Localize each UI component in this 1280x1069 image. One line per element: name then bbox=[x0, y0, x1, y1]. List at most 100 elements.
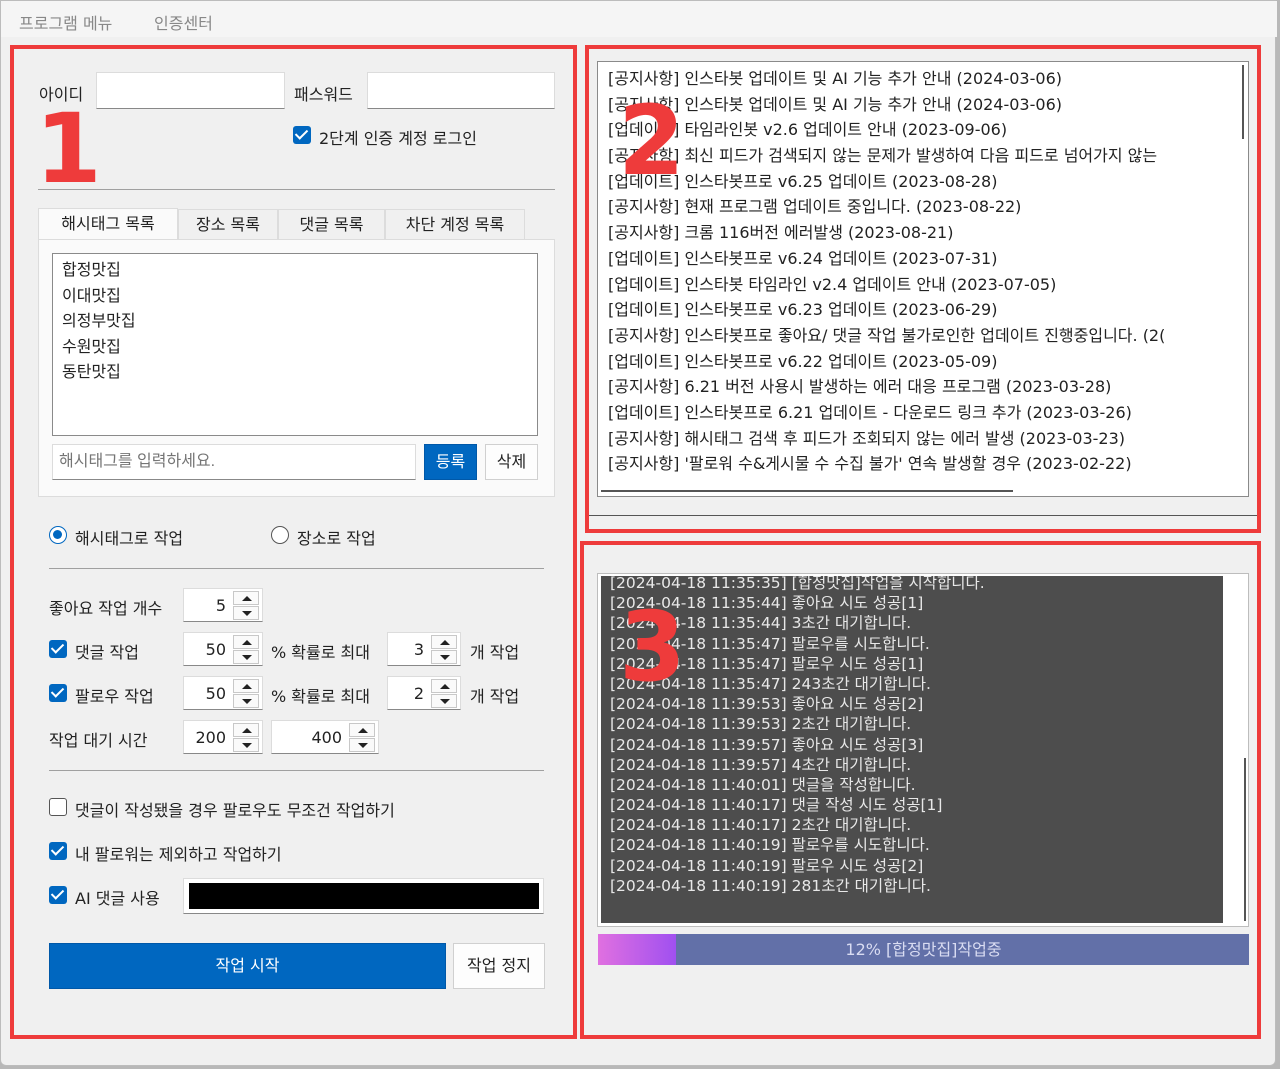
list-item[interactable]: [공지사항] 6.21 버전 사용시 발생하는 에러 대응 프로그램 (2023… bbox=[598, 374, 1248, 400]
ai-comment-checkbox[interactable] bbox=[49, 886, 67, 904]
password-label: 패스워드 bbox=[294, 85, 353, 104]
like-count-value: 5 bbox=[215, 596, 226, 615]
list-item[interactable]: [공지사항] 크롬 116버전 에러발생 (2023-08-21) bbox=[598, 220, 1248, 246]
log-line: [2024-04-18 11:35:44] 3초간 대기합니다. bbox=[610, 614, 912, 633]
list-item[interactable]: 동탄맛집 bbox=[53, 359, 537, 385]
exclude-followers-checkbox[interactable] bbox=[49, 842, 67, 860]
progress-bar: 12% [합정맛집]작업중 bbox=[598, 934, 1249, 965]
follow-always-label: 댓글이 작성됐을 경우 팔로우도 무조건 작업하기 bbox=[75, 801, 395, 820]
ai-comment-label: AI 댓글 사용 bbox=[75, 889, 160, 908]
follow-probability-value: 50 bbox=[205, 684, 226, 703]
stepper-down-icon[interactable] bbox=[233, 738, 259, 752]
stepper-down-icon[interactable] bbox=[233, 694, 259, 708]
stepper-down-icon[interactable] bbox=[233, 650, 259, 664]
stepper-up-icon[interactable] bbox=[431, 635, 457, 649]
vertical-scrollbar[interactable] bbox=[1242, 65, 1244, 139]
stop-button[interactable]: 작업 정지 bbox=[453, 943, 545, 989]
follow-checkbox[interactable] bbox=[49, 684, 67, 702]
menu-auth-center[interactable]: 인증센터 bbox=[154, 10, 213, 34]
stepper-up-icon[interactable] bbox=[233, 723, 259, 737]
stepper-up-icon[interactable] bbox=[233, 679, 259, 693]
list-item[interactable]: [공지사항] 인스타봇 업데이트 및 AI 기능 추가 안내 (2024-03-… bbox=[598, 92, 1248, 118]
stepper-down-icon[interactable] bbox=[431, 650, 457, 664]
list-item[interactable]: [공지사항] 현재 프로그램 업데이트 중입니다. (2023-08-22) bbox=[598, 194, 1248, 220]
list-item[interactable]: [공지사항] 해시태그 검색 후 피드가 조회되지 않는 에러 발생 (2023… bbox=[598, 426, 1248, 452]
wait-min-value: 200 bbox=[195, 728, 226, 747]
mode-hashtag-label: 해시태그로 작업 bbox=[75, 529, 184, 548]
comment-probability-stepper[interactable]: 50 bbox=[183, 632, 263, 666]
list-item[interactable]: [업데이트] 인스타봇프로 v6.24 업데이트 (2023-07-31) bbox=[598, 246, 1248, 272]
tab-places[interactable]: 장소 목록 bbox=[178, 209, 278, 239]
wait-max-stepper[interactable]: 400 bbox=[271, 720, 379, 754]
stepper-down-icon[interactable] bbox=[233, 606, 259, 620]
hashtag-input[interactable] bbox=[52, 444, 416, 480]
tab-hashtags[interactable]: 해시태그 목록 bbox=[38, 208, 178, 239]
log-line: [2024-04-18 11:35:47] 팔로우를 시도합니다. bbox=[610, 634, 930, 653]
list-item[interactable]: [업데이트] 인스타봇프로 v6.25 업데이트 (2023-08-28) bbox=[598, 169, 1248, 195]
twofa-checkbox[interactable] bbox=[293, 126, 311, 144]
list-item[interactable]: [업데이트] 인스타봇 타임라인 v2.4 업데이트 안내 (2023-07-0… bbox=[598, 272, 1248, 298]
hashtag-list[interactable]: 합정맛집 이대맛집 의정부맛집 수원맛집 동탄맛집 bbox=[52, 253, 538, 436]
stepper-up-icon[interactable] bbox=[349, 723, 375, 737]
log-line: [2024-04-18 11:35:47] 팔로우 시도 성공[1] bbox=[610, 654, 924, 673]
list-item[interactable]: 수원맛집 bbox=[53, 334, 537, 360]
list-item[interactable]: 합정맛집 bbox=[53, 257, 537, 283]
start-button[interactable]: 작업 시작 bbox=[49, 943, 446, 989]
progress-text: 12% [합정맛집]작업중 bbox=[845, 940, 1002, 959]
redacted-value bbox=[189, 883, 539, 909]
exclude-followers-label: 내 팔로워는 제외하고 작업하기 bbox=[75, 845, 282, 864]
mode-hashtag-radio[interactable] bbox=[49, 526, 67, 544]
notice-items: [공지사항] 인스타봇 업데이트 및 AI 기능 추가 안내 (2024-03-… bbox=[598, 62, 1248, 477]
log-line: [2024-04-18 11:39:57] 좋아요 시도 성공[3] bbox=[610, 735, 924, 754]
log-output[interactable]: [2024-04-18 11:35:35] [합정맛집]작업을 시작합니다. [… bbox=[601, 576, 1223, 923]
list-item[interactable]: [업데이트] 인스타봇프로 v6.22 업데이트 (2023-05-09) bbox=[598, 349, 1248, 375]
comment-probability-value: 50 bbox=[205, 640, 226, 659]
stepper-down-icon[interactable] bbox=[349, 738, 375, 752]
divider-mode bbox=[49, 568, 544, 569]
follow-always-checkbox[interactable] bbox=[49, 798, 67, 816]
list-item[interactable]: [공지사항] 인스타봇프로 좋아요/ 댓글 작업 불가로인한 업데이트 진행중입… bbox=[598, 323, 1248, 349]
register-button[interactable]: 등록 bbox=[424, 444, 477, 480]
list-item[interactable]: 의정부맛집 bbox=[53, 308, 537, 334]
password-input[interactable] bbox=[367, 72, 555, 109]
wait-min-stepper[interactable]: 200 bbox=[183, 720, 263, 754]
notice-list[interactable]: [공지사항] 인스타봇 업데이트 및 AI 기능 추가 안내 (2024-03-… bbox=[597, 61, 1249, 497]
horizontal-scrollbar[interactable] bbox=[601, 490, 1013, 492]
annotation-number-1: 1 bbox=[35, 93, 102, 205]
list-item[interactable]: [공지사항] '팔로워 수&게시물 수 수집 불가' 연속 발생할 경우 (20… bbox=[598, 451, 1248, 477]
log-lines: [2024-04-18 11:35:35] [합정맛집]작업을 시작합니다. [… bbox=[601, 576, 1223, 896]
follow-max-stepper[interactable]: 2 bbox=[387, 676, 461, 710]
wait-time-label: 작업 대기 시간 bbox=[49, 731, 148, 750]
stepper-down-icon[interactable] bbox=[431, 694, 457, 708]
list-item[interactable]: 이대맛집 bbox=[53, 283, 537, 309]
comment-checkbox[interactable] bbox=[49, 640, 67, 658]
comment-count-text: 개 작업 bbox=[470, 643, 520, 662]
menu-bar: 프로그램 메뉴 인증센터 bbox=[1, 1, 1277, 37]
log-line: [2024-04-18 11:40:19] 팔로우 시도 성공[2] bbox=[610, 856, 924, 875]
annotation-number-2: 2 bbox=[618, 85, 685, 197]
mode-place-radio[interactable] bbox=[271, 526, 289, 544]
list-item[interactable]: [공지사항] 최신 피드가 검색되지 않는 문제가 발생하여 다음 피드로 넘어… bbox=[598, 143, 1248, 169]
tab-blocked-accounts[interactable]: 차단 계정 목록 bbox=[385, 209, 525, 239]
delete-button[interactable]: 삭제 bbox=[485, 444, 538, 480]
follow-count-text: 개 작업 bbox=[470, 687, 520, 706]
tab-comments[interactable]: 댓글 목록 bbox=[278, 209, 385, 239]
list-item[interactable]: [업데이트] 타임라인봇 v2.6 업데이트 안내 (2023-09-06) bbox=[598, 117, 1248, 143]
list-item[interactable]: [공지사항] 인스타봇 업데이트 및 AI 기능 추가 안내 (2024-03-… bbox=[598, 66, 1248, 92]
stepper-up-icon[interactable] bbox=[431, 679, 457, 693]
stepper-up-icon[interactable] bbox=[233, 591, 259, 605]
stepper-up-icon[interactable] bbox=[233, 635, 259, 649]
like-count-stepper[interactable]: 5 bbox=[183, 588, 263, 622]
comment-max-stepper[interactable]: 3 bbox=[387, 632, 461, 666]
list-item[interactable]: [업데이트] 인스타봇프로 v6.23 업데이트 (2023-06-29) bbox=[598, 297, 1248, 323]
list-item[interactable]: [업데이트] 인스타봇프로 6.21 업데이트 - 다운로드 링크 추가 (20… bbox=[598, 400, 1248, 426]
id-input[interactable] bbox=[96, 72, 285, 109]
log-line: [2024-04-18 11:39:53] 좋아요 시도 성공[2] bbox=[610, 695, 924, 714]
menu-program[interactable]: 프로그램 메뉴 bbox=[19, 10, 112, 34]
log-line: [2024-04-18 11:40:19] 281초간 대기합니다. bbox=[610, 876, 931, 895]
log-scrollbar[interactable] bbox=[1244, 758, 1246, 921]
log-line: [2024-04-18 11:39:57] 4초간 대기합니다. bbox=[610, 755, 912, 774]
follow-probability-stepper[interactable]: 50 bbox=[183, 676, 263, 710]
comment-max-value: 3 bbox=[413, 640, 424, 659]
ai-api-key-input[interactable] bbox=[183, 878, 544, 914]
